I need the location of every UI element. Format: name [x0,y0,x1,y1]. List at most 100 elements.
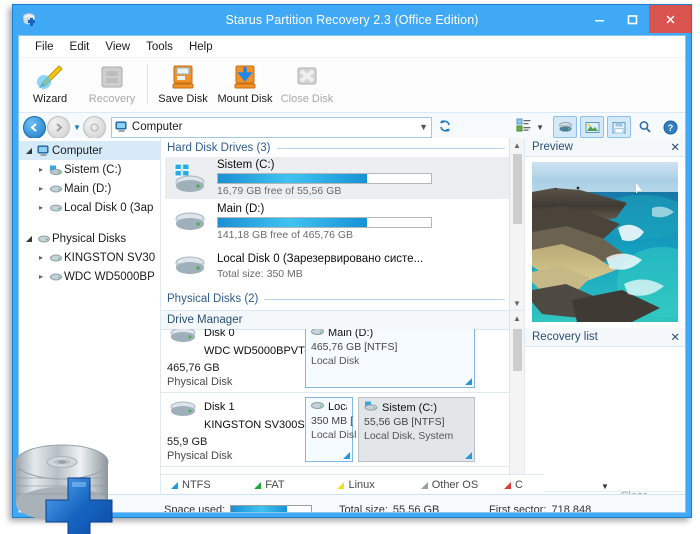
scrollbar-thumb[interactable] [513,329,522,371]
minimize-button[interactable] [583,5,616,33]
menu-bar: File Edit View Tools Help [19,36,685,58]
total-size-label: Total size: [339,504,388,513]
maximize-button[interactable] [616,5,649,33]
drive-manager-disk-row[interactable]: Disk 1 KINGSTON SV300S37/ 55,9 GB Physic… [161,393,510,467]
view-options-icon [516,118,531,137]
tree-node-sistem-c[interactable]: ▸ Sistem (C:) [19,160,160,179]
disk-model: KINGSTON SV300S37/ [204,419,320,431]
scrollbar-thumb[interactable] [513,154,522,224]
legend-item-other-os[interactable]: Other OS [411,479,494,491]
chevron-down-icon[interactable]: ▼ [525,482,685,491]
search-icon[interactable] [634,117,656,137]
ntfs-corner-icon [343,452,350,459]
tree-node-wdc[interactable]: ▸ WDC WD5000BP [19,267,160,286]
close-disk-button[interactable]: Close Disk [276,60,338,110]
scroll-up-icon[interactable]: ▲ [513,138,521,152]
computer-icon [115,121,128,133]
scroll-down-icon[interactable]: ▼ [513,296,521,310]
group-header-hard-disk-drives[interactable]: Hard Disk Drives (3) ▲ [161,138,524,155]
menu-item-view[interactable]: View [97,39,138,55]
disk-size: 55,9 GB [167,436,299,448]
first-sector-value: 718 848 [551,504,591,513]
drive-capacity-text: 16,79 GB free of 55,56 GB [217,185,516,197]
tree-label: Sistem (C:) [64,164,122,176]
mount-disk-button[interactable]: Mount Disk [214,60,276,110]
scroll-up-icon[interactable]: ▲ [513,311,521,325]
menu-item-tools[interactable]: Tools [138,39,181,55]
drive-item-sistem-c[interactable]: Sistem (C:) 16,79 GB free of 55,56 GB [165,157,520,199]
chevron-down-icon[interactable]: ▼ [419,122,428,132]
group-header-physical-disks[interactable]: Physical Disks (2) ▲ [161,289,524,306]
save-view-icon[interactable] [607,116,631,138]
chevron-down-icon[interactable]: ▼ [536,123,544,132]
legend-item-other[interactable]: C [494,479,543,491]
partition-name-row: Sistem (C:) [364,401,469,414]
legend-item-fat[interactable]: FAT [244,479,327,491]
physical-disk-icon [167,329,199,347]
collapse-arrow-icon[interactable]: ▸ [35,165,47,174]
group-title: Hard Disk Drives (3) [167,142,271,154]
chevron-down-icon[interactable]: ▼ [73,123,81,132]
drives-scrollbar[interactable]: ▲ ▼ [509,138,524,310]
refresh-icon[interactable] [438,119,452,136]
svg-text:?: ? [667,123,673,133]
forward-arrow-icon[interactable] [47,116,70,139]
recovery-list-title: Recovery list [532,331,598,343]
disk-summary: Disk 0 WDC WD5000BPVT-2: 465,76 GB Physi… [167,329,299,388]
menu-item-file[interactable]: File [27,39,62,55]
collapse-arrow-icon[interactable]: ▸ [35,203,47,212]
disks-view-icon[interactable] [553,116,577,138]
collapse-arrow-icon[interactable]: ▸ [35,272,47,281]
address-input[interactable]: Computer ▼ [111,117,432,138]
tree-node-main-d[interactable]: ▸ Main (D:) [19,179,160,198]
partition-sistem-c[interactable]: Sistem (C:) 55,56 GB [NTFS] Local Disk, … [358,397,475,462]
drive-item-main-d[interactable]: Main (D:) 141,18 GB free of 465,76 GB [165,201,520,243]
tree-label: KINGSTON SV30 [64,252,155,264]
back-arrow-icon[interactable] [23,116,46,139]
drive-info: Local Disk 0 (Зарезервировано систе... T… [217,253,516,280]
preview-image[interactable] [532,162,678,322]
window-controls [583,5,691,35]
close-button[interactable] [649,5,691,33]
tree-node-physical-disks[interactable]: ◢ Physical Disks [19,229,160,248]
drive-item-local-disk-0[interactable]: Local Disk 0 (Зарезервировано систе... T… [165,245,520,287]
collapse-arrow-icon[interactable]: ▸ [35,184,47,193]
legend-item-ntfs[interactable]: NTFS [161,479,244,491]
legend-label: FAT [265,479,284,491]
preview-view-icon[interactable] [580,116,604,138]
expand-arrow-icon[interactable]: ◢ [23,234,35,243]
drive-manager-disk-row[interactable]: Disk 0 WDC WD5000BPVT-2: 465,76 GB Physi… [161,329,510,393]
computer-icon [35,145,52,157]
recovery-button[interactable]: Recovery [81,60,143,110]
menu-item-help[interactable]: Help [181,39,221,55]
help-icon[interactable]: ? [659,117,681,137]
view-options-button[interactable]: ▼ [516,118,544,137]
group-title: Physical Disks (2) [167,293,258,305]
close-icon[interactable]: ✕ [670,140,680,154]
collapse-arrow-icon[interactable]: ▸ [35,253,47,262]
tree-node-computer[interactable]: ◢ Computer [19,141,160,160]
tree-node-kingston[interactable]: ▸ KINGSTON SV30 [19,248,160,267]
status-col-size: Total size: 55,56 GB File system: NTFS [339,504,489,513]
partition-local-disk-0[interactable]: Loca 350 MB [ Local Disl [305,397,353,462]
wizard-button[interactable]: Wizard [19,60,81,110]
close-icon[interactable]: ✕ [670,330,680,344]
capacity-bar [217,217,432,228]
disk-title: Disk 1 [204,401,235,413]
disk-title: Disk 0 [204,329,235,339]
recent-pages-icon[interactable] [83,116,106,139]
legend-item-linux[interactable]: Linux [327,479,410,491]
legend-label: Linux [348,479,374,491]
recovery-list-body[interactable] [525,347,685,482]
wizard-label: Wizard [33,93,67,105]
partition-main-d[interactable]: Main (D:) 465,76 GB [NTFS] Local Disk [305,329,475,388]
tree-node-local-disk-0[interactable]: ▸ Local Disk 0 (Зар [19,198,160,217]
recovery-disk-icon [97,62,127,92]
save-disk-button[interactable]: Save Disk [152,60,214,110]
preview-title: Preview [532,141,573,153]
physical-disk-icon [47,252,64,264]
tree-label: WDC WD5000BP [64,271,155,283]
drives-pane: Hard Disk Drives (3) ▲ [161,138,524,311]
menu-item-edit[interactable]: Edit [62,39,98,55]
expand-arrow-icon[interactable]: ◢ [23,146,35,155]
